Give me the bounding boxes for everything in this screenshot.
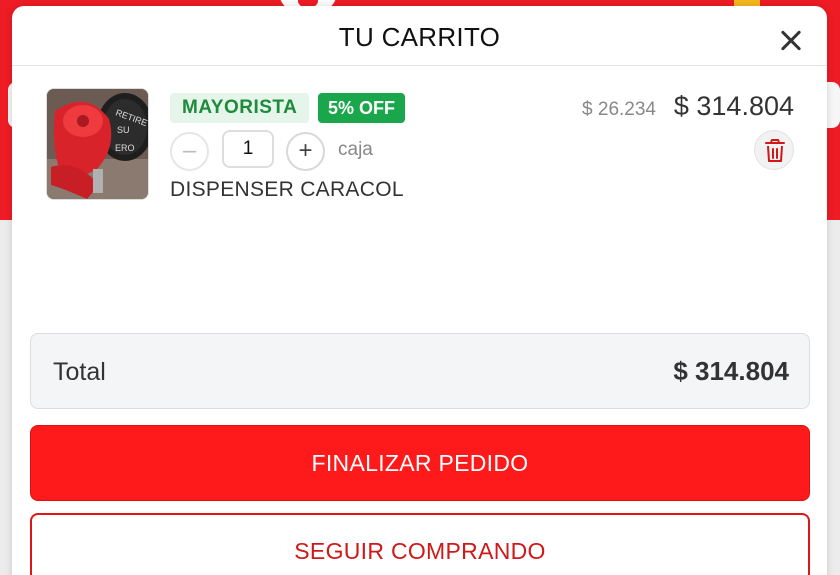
total-label: Total	[53, 358, 106, 386]
continue-shopping-button[interactable]: SEGUIR COMPRANDO	[30, 513, 810, 575]
product-thumbnail[interactable]: RETIRE SU ERO	[46, 88, 149, 200]
trash-icon	[765, 139, 785, 162]
svg-text:ERO: ERO	[115, 143, 135, 153]
product-name: DISPENSER CARACOL	[170, 178, 404, 201]
close-icon[interactable]	[776, 26, 806, 56]
unit-label: caja	[338, 139, 373, 160]
delete-item-button[interactable]	[754, 130, 794, 170]
cart-header: TU CARRITO	[12, 6, 827, 66]
item-total-price: $ 314.804	[673, 91, 794, 121]
total-value: $ 314.804	[673, 356, 789, 386]
cart-drawer: TU CARRITO RETIRE SU ERO MAYORISTA 5% OF…	[12, 6, 827, 575]
unit-price: $ 26.234	[582, 99, 656, 120]
quantity-input[interactable]: 1	[222, 130, 274, 168]
checkout-button[interactable]: FINALIZAR PEDIDO	[30, 425, 810, 501]
quantity-increase-button[interactable]: +	[286, 132, 325, 171]
cart-title: TU CARRITO	[338, 22, 501, 52]
svg-text:SU: SU	[117, 125, 130, 135]
quantity-decrease-button[interactable]: –	[170, 132, 209, 171]
discount-badge: 5% OFF	[318, 93, 406, 123]
cart-total-box: Total $ 314.804	[30, 333, 810, 409]
wholesale-badge: MAYORISTA	[170, 93, 310, 123]
